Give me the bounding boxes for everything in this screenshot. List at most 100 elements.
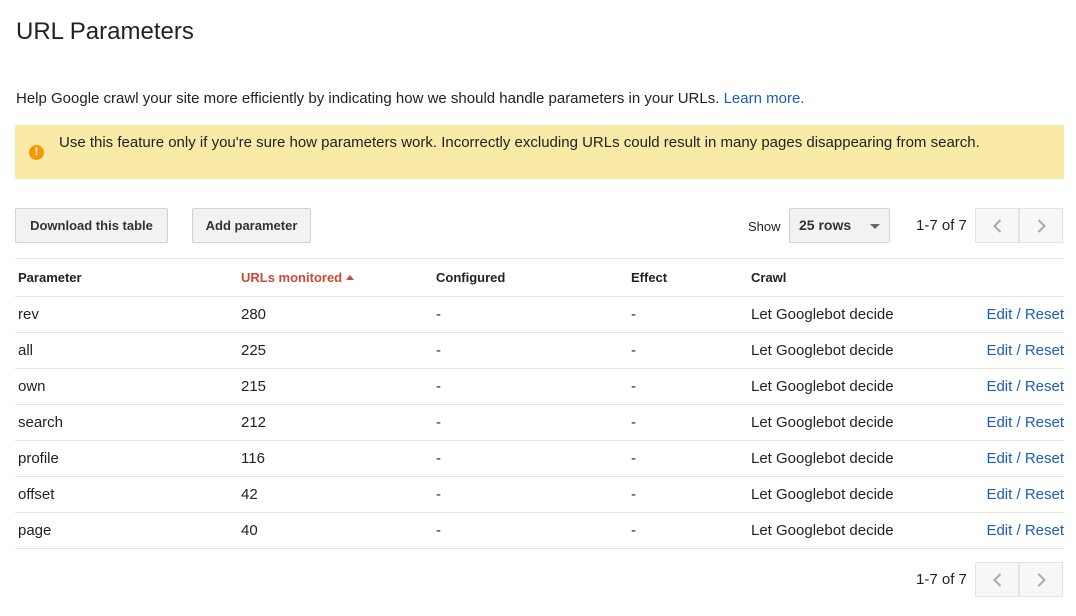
rows-per-page-value: 25 rows bbox=[799, 217, 852, 233]
table-row: own 215- - Let Googlebot decide Edit / Reset bbox=[15, 368, 1064, 405]
cell-configured: - bbox=[433, 332, 628, 369]
cell-actions: Edit / Reset bbox=[948, 404, 1064, 441]
column-urls-monitored[interactable]: URLs monitored bbox=[238, 258, 433, 297]
reset-link[interactable]: Reset bbox=[1025, 450, 1064, 467]
column-configured[interactable]: Configured bbox=[433, 258, 628, 297]
cell-actions: Edit / Reset bbox=[948, 296, 1064, 333]
pager-range-top: 1-7 of 7 bbox=[916, 217, 967, 234]
table-row: search 212- - Let Googlebot decide Edit / Re… bbox=[15, 404, 1064, 441]
pager-range-bottom: 1-7 of 7 bbox=[916, 571, 967, 588]
cell-parameter: own bbox=[15, 368, 238, 405]
table-body: rev 280- - Let Googlebot decide Edit / Reset… bbox=[15, 296, 1064, 549]
edit-link[interactable]: Edit bbox=[986, 414, 1012, 431]
action-separator: / bbox=[1016, 342, 1021, 359]
cell-urls-monitored: 215 bbox=[238, 368, 433, 405]
help-text: Help Google crawl your site more efficie… bbox=[16, 90, 804, 107]
cell-parameter: profile bbox=[15, 440, 238, 477]
sort-ascending-icon bbox=[346, 275, 355, 280]
cell-configured: - bbox=[433, 440, 628, 477]
chevron-right-icon bbox=[1037, 573, 1046, 587]
edit-link[interactable]: Edit bbox=[986, 342, 1012, 359]
column-urls-monitored-label: URLs monitored bbox=[241, 270, 343, 285]
cell-parameter: offset bbox=[15, 476, 238, 513]
column-effect[interactable]: Effect bbox=[628, 258, 748, 297]
cell-configured: - bbox=[433, 512, 628, 549]
cell-actions: Edit / Reset bbox=[948, 368, 1064, 405]
edit-link[interactable]: Edit bbox=[986, 522, 1012, 539]
cell-parameter: page bbox=[15, 512, 238, 549]
cell-urls-monitored: 225 bbox=[238, 332, 433, 369]
table-row: all 225- - Let Googlebot decide Edit / Reset bbox=[15, 332, 1064, 369]
column-parameter[interactable]: Parameter bbox=[15, 258, 238, 297]
cell-effect: - bbox=[628, 332, 748, 369]
next-page-button-top[interactable] bbox=[1019, 208, 1063, 243]
edit-link[interactable]: Edit bbox=[986, 486, 1012, 503]
next-page-button-bottom[interactable] bbox=[1019, 562, 1063, 597]
edit-link[interactable]: Edit bbox=[986, 306, 1012, 323]
warning-text: Use this feature only if you're sure how… bbox=[59, 134, 980, 151]
action-separator: / bbox=[1016, 378, 1021, 395]
help-description: Help Google crawl your site more efficie… bbox=[16, 90, 720, 107]
cell-urls-monitored: 212 bbox=[238, 404, 433, 441]
column-actions bbox=[948, 258, 1064, 297]
cell-actions: Edit / Reset bbox=[948, 440, 1064, 477]
cell-crawl: Let Googlebot decide bbox=[748, 512, 948, 549]
action-separator: / bbox=[1016, 414, 1021, 431]
download-table-button[interactable]: Download this table bbox=[15, 208, 168, 243]
edit-link[interactable]: Edit bbox=[986, 450, 1012, 467]
table-row: page 40- - Let Googlebot decide Edit / Reset bbox=[15, 512, 1064, 549]
cell-effect: - bbox=[628, 440, 748, 477]
chevron-left-icon bbox=[992, 573, 1001, 587]
cell-effect: - bbox=[628, 296, 748, 333]
cell-crawl: Let Googlebot decide bbox=[748, 368, 948, 405]
cell-actions: Edit / Reset bbox=[948, 332, 1064, 369]
cell-configured: - bbox=[433, 404, 628, 441]
action-separator: / bbox=[1016, 522, 1021, 539]
reset-link[interactable]: Reset bbox=[1025, 486, 1064, 503]
edit-link[interactable]: Edit bbox=[986, 378, 1012, 395]
action-separator: / bbox=[1016, 486, 1021, 503]
chevron-left-icon bbox=[992, 219, 1001, 233]
cell-parameter: search bbox=[15, 404, 238, 441]
cell-urls-monitored: 280 bbox=[238, 296, 433, 333]
cell-urls-monitored: 116 bbox=[238, 440, 433, 477]
table-row: offset 42- - Let Googlebot decide Edit / Res… bbox=[15, 476, 1064, 513]
cell-crawl: Let Googlebot decide bbox=[748, 440, 948, 477]
caret-down-icon bbox=[870, 224, 880, 229]
table-header-row: Parameter URLs monitored Configured Effe… bbox=[15, 258, 1064, 297]
cell-parameter: rev bbox=[15, 296, 238, 333]
cell-actions: Edit / Reset bbox=[948, 512, 1064, 549]
table-row: rev 280- - Let Googlebot decide Edit / Reset bbox=[15, 296, 1064, 333]
reset-link[interactable]: Reset bbox=[1025, 378, 1064, 395]
warning-icon: ! bbox=[29, 145, 44, 160]
prev-page-button-bottom[interactable] bbox=[975, 562, 1019, 597]
learn-more-link[interactable]: Learn more. bbox=[724, 90, 805, 107]
reset-link[interactable]: Reset bbox=[1025, 414, 1064, 431]
column-crawl[interactable]: Crawl bbox=[748, 258, 948, 297]
cell-urls-monitored: 42 bbox=[238, 476, 433, 513]
cell-actions: Edit / Reset bbox=[948, 476, 1064, 513]
parameters-table: Parameter URLs monitored Configured Effe… bbox=[15, 258, 1064, 549]
cell-effect: - bbox=[628, 476, 748, 513]
reset-link[interactable]: Reset bbox=[1025, 342, 1064, 359]
show-label: Show bbox=[748, 219, 781, 234]
chevron-right-icon bbox=[1037, 219, 1046, 233]
cell-crawl: Let Googlebot decide bbox=[748, 476, 948, 513]
reset-link[interactable]: Reset bbox=[1025, 306, 1064, 323]
url-parameters-page: URL Parameters Help Google crawl your si… bbox=[0, 0, 1076, 616]
cell-configured: - bbox=[433, 368, 628, 405]
action-separator: / bbox=[1016, 306, 1021, 323]
prev-page-button-top[interactable] bbox=[975, 208, 1019, 243]
cell-crawl: Let Googlebot decide bbox=[748, 404, 948, 441]
reset-link[interactable]: Reset bbox=[1025, 522, 1064, 539]
add-parameter-button[interactable]: Add parameter bbox=[192, 208, 311, 243]
action-separator: / bbox=[1016, 450, 1021, 467]
cell-parameter: all bbox=[15, 332, 238, 369]
cell-configured: - bbox=[433, 296, 628, 333]
cell-effect: - bbox=[628, 368, 748, 405]
table-row: profile 116- - Let Googlebot decide Edit / R… bbox=[15, 440, 1064, 477]
cell-effect: - bbox=[628, 404, 748, 441]
cell-configured: - bbox=[433, 476, 628, 513]
cell-urls-monitored: 40 bbox=[238, 512, 433, 549]
rows-per-page-select[interactable]: 25 rows bbox=[789, 208, 890, 243]
